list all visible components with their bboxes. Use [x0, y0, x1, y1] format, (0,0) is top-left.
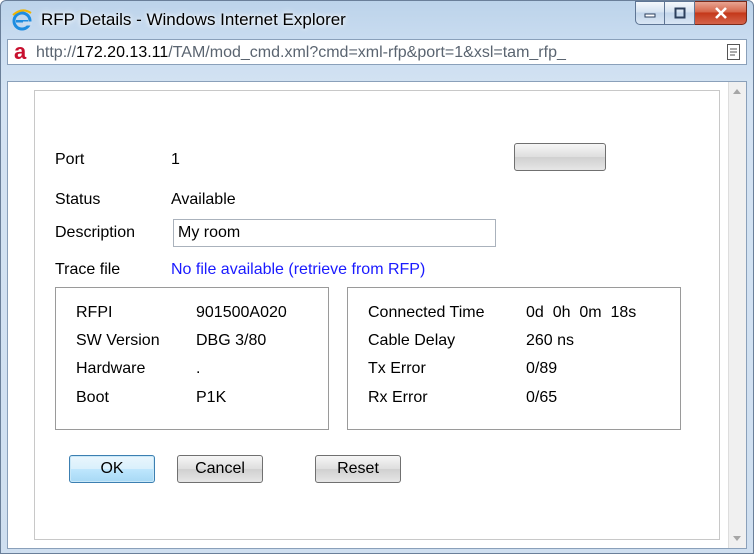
port-label: Port — [55, 151, 85, 168]
scroll-up-icon[interactable] — [733, 89, 741, 94]
status-value: Available — [171, 191, 236, 208]
device-info-box: RFPI 901500A020 SW Version DBG 3/80 Hard… — [55, 287, 329, 430]
tx-error-value: 0/89 — [526, 360, 558, 377]
boot-label: Boot — [76, 389, 109, 406]
close-icon — [714, 7, 727, 19]
sw-version-label: SW Version — [76, 332, 160, 349]
status-label: Status — [55, 191, 101, 208]
rfpi-label: RFPI — [76, 304, 113, 321]
browser-window: RFP Details - Windows Internet Explorer … — [0, 0, 754, 554]
rx-error-value: 0/65 — [526, 389, 558, 406]
window-title: RFP Details - Windows Internet Explorer — [41, 10, 346, 29]
hardware-value: . — [196, 360, 201, 377]
cable-delay-value: 260 ns — [526, 332, 575, 349]
ok-button[interactable]: OK — [69, 455, 155, 483]
page-content: Port 1 Status Available Description Trac… — [7, 81, 747, 549]
boot-value: P1K — [196, 389, 227, 406]
rfp-details-panel: Port 1 Status Available Description Trac… — [34, 90, 720, 540]
address-url[interactable]: http://172.20.13.11/TAM/mod_cmd.xml?cmd=… — [36, 44, 566, 62]
link-info-box: Connected Time 0d 0h 0m 18s Cable Delay … — [347, 287, 681, 430]
vertical-scrollbar[interactable] — [728, 82, 746, 548]
rx-error-label: Rx Error — [368, 389, 428, 406]
title-bar[interactable]: RFP Details - Windows Internet Explorer — [1, 1, 753, 37]
trace-file-link[interactable]: No file available (retrieve from RFP) — [171, 261, 425, 279]
sw-version-value: DBG 3/80 — [196, 332, 267, 349]
hardware-label: Hardware — [76, 360, 146, 377]
minimize-icon — [644, 13, 656, 18]
refresh-button[interactable] — [514, 143, 606, 171]
connected-time-label: Connected Time — [368, 304, 485, 321]
minimize-button[interactable] — [635, 1, 665, 25]
description-input[interactable] — [173, 219, 496, 247]
scroll-down-icon[interactable] — [733, 536, 741, 541]
reset-button[interactable]: Reset — [315, 455, 401, 483]
cancel-button[interactable]: Cancel — [177, 455, 263, 483]
window-controls — [635, 1, 747, 27]
internet-explorer-icon — [12, 9, 32, 31]
maximize-icon — [674, 7, 685, 19]
site-icon: a — [14, 39, 27, 64]
port-value: 1 — [171, 151, 180, 168]
maximize-button[interactable] — [665, 1, 695, 25]
cable-delay-label: Cable Delay — [368, 332, 456, 349]
tx-error-label: Tx Error — [368, 360, 426, 377]
trace-file-label: Trace file — [55, 261, 121, 278]
address-bar[interactable]: a http://172.20.13.11/TAM/mod_cmd.xml?cm… — [7, 39, 747, 65]
address-host: 172.20.13.11 — [76, 44, 169, 61]
close-button[interactable] — [695, 1, 747, 25]
description-label: Description — [55, 224, 136, 241]
compatibility-view-icon[interactable] — [727, 44, 740, 60]
rfpi-value: 901500A020 — [196, 304, 287, 321]
connected-time-value: 0d 0h 0m 18s — [526, 304, 637, 321]
